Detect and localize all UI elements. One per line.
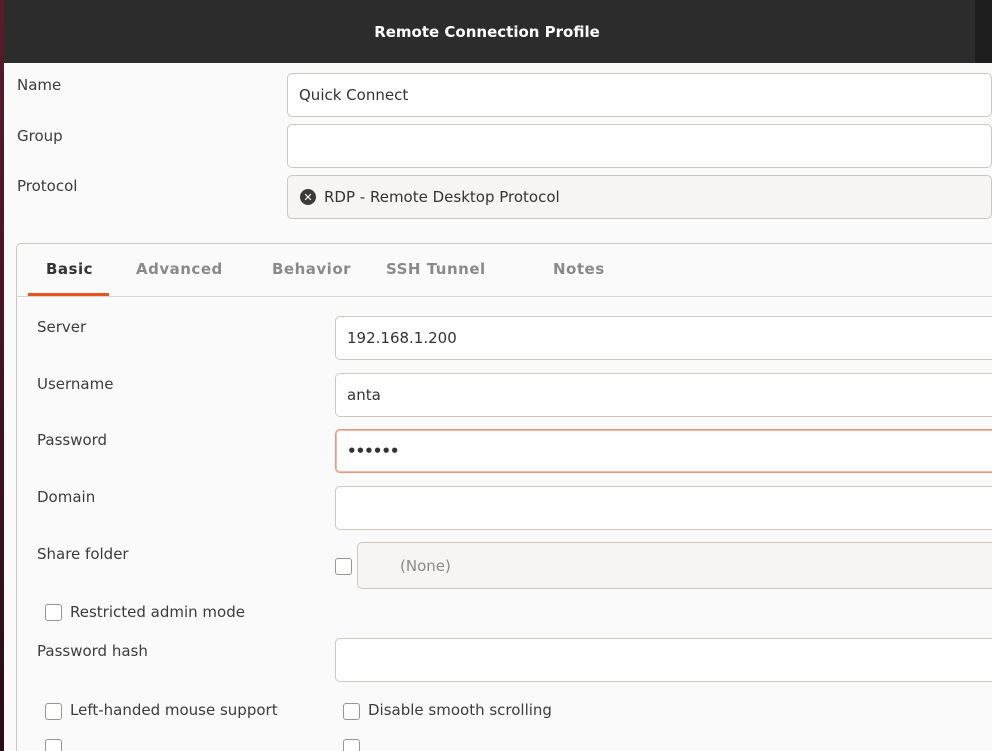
tab-bar: Basic Advanced Behavior SSH Tunnel Notes: [17, 244, 992, 297]
username-field[interactable]: anta: [335, 373, 992, 417]
name-label: Name: [17, 76, 62, 94]
restricted-admin-checkbox[interactable]: [45, 604, 62, 621]
protocol-label: Protocol: [17, 177, 78, 195]
password-field[interactable]: ••••••: [335, 429, 992, 473]
domain-field[interactable]: [335, 486, 992, 530]
username-label: Username: [37, 375, 114, 393]
next-row-checkbox-right[interactable]: [343, 739, 360, 751]
protocol-selector-value: RDP - Remote Desktop Protocol: [324, 188, 560, 206]
window-title: Remote Connection Profile: [374, 22, 600, 41]
tab-advanced[interactable]: Advanced: [136, 260, 223, 278]
tab-notes[interactable]: Notes: [553, 260, 605, 278]
username-field-value: anta: [347, 386, 381, 404]
tab-ssh-tunnel[interactable]: SSH Tunnel: [386, 260, 486, 278]
password-hash-field[interactable]: [335, 638, 992, 682]
password-field-value: ••••••: [347, 442, 400, 460]
server-label: Server: [37, 318, 87, 336]
left-handed-mouse-label[interactable]: Left-handed mouse support: [70, 701, 278, 719]
title-bar[interactable]: Remote Connection Profile: [4, 0, 992, 63]
protocol-selector[interactable]: ✕ RDP - Remote Desktop Protocol: [287, 175, 992, 219]
tab-behavior[interactable]: Behavior: [272, 260, 351, 278]
domain-label: Domain: [37, 488, 96, 506]
share-folder-label: Share folder: [37, 545, 129, 563]
share-folder-value: (None): [400, 556, 451, 575]
tab-basic[interactable]: Basic: [46, 260, 93, 278]
name-field-value: Quick Connect: [299, 86, 409, 104]
active-tab-indicator: [28, 293, 109, 296]
name-field[interactable]: Quick Connect: [287, 73, 992, 117]
group-field[interactable]: [287, 124, 992, 168]
share-folder-chooser[interactable]: (None): [357, 542, 992, 589]
password-hash-label: Password hash: [37, 642, 148, 660]
password-label: Password: [37, 431, 108, 449]
server-field-value: 192.168.1.200: [347, 329, 457, 347]
restricted-admin-label[interactable]: Restricted admin mode: [70, 603, 245, 621]
settings-notebook: Basic Advanced Behavior SSH Tunnel Notes…: [16, 243, 992, 751]
title-bar-edge: [975, 0, 992, 63]
share-folder-checkbox[interactable]: [335, 558, 352, 575]
disable-smooth-scrolling-label[interactable]: Disable smooth scrolling: [368, 701, 552, 719]
server-field[interactable]: 192.168.1.200: [335, 316, 992, 360]
rdp-protocol-icon: ✕: [300, 189, 316, 205]
disable-smooth-scrolling-checkbox[interactable]: [343, 703, 360, 720]
left-handed-mouse-checkbox[interactable]: [45, 703, 62, 720]
next-row-checkbox-left[interactable]: [45, 739, 62, 751]
remote-connection-profile-window: Remote Connection Profile Name Quick Con…: [4, 0, 992, 751]
group-label: Group: [17, 127, 63, 145]
